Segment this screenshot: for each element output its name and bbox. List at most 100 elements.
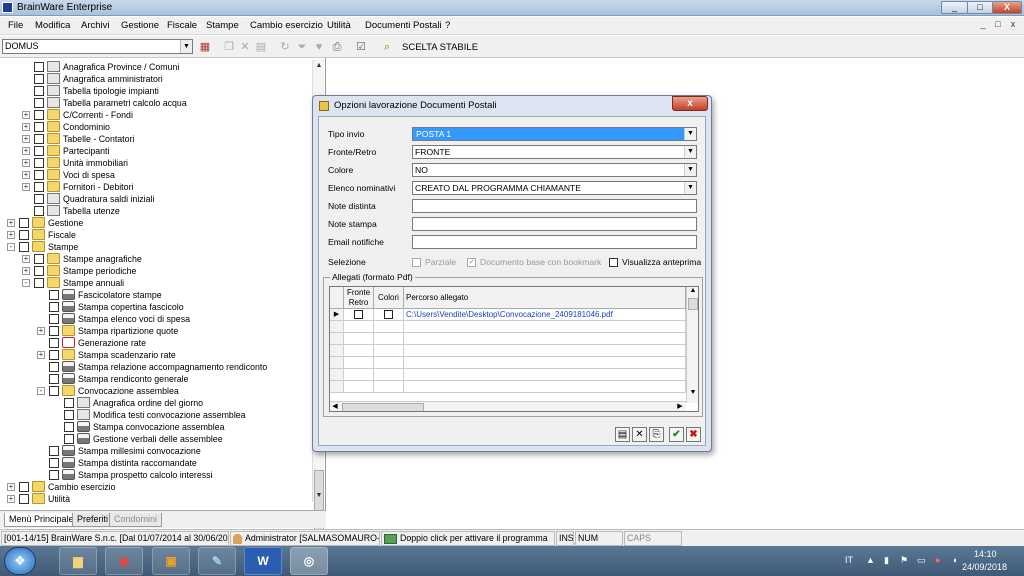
row-header[interactable] xyxy=(330,357,344,369)
tree-item[interactable]: Anagrafica ordine del giorno xyxy=(0,397,310,409)
mdi-restore-button[interactable]: □ xyxy=(991,18,1005,31)
tree-item[interactable]: + Unità immobiliari xyxy=(0,157,310,169)
tree-item[interactable]: + Stampe anagrafiche xyxy=(0,253,310,265)
clock-date[interactable]: 24/09/2018 xyxy=(962,562,1007,572)
expand-icon[interactable]: + xyxy=(22,267,30,275)
minimize-button[interactable]: _ xyxy=(941,1,968,14)
menu-help[interactable]: ? xyxy=(445,20,450,31)
delete-button[interactable]: ✕ xyxy=(632,427,647,442)
expand-icon[interactable]: + xyxy=(22,135,30,143)
tree-checkbox[interactable] xyxy=(34,110,44,120)
tray-arrow-icon[interactable]: ▲ xyxy=(866,555,875,565)
tree-item[interactable]: + Tabelle - Contatori xyxy=(0,133,310,145)
anteprima-checkbox[interactable]: Visualizza anteprima xyxy=(609,256,701,268)
tree-checkbox[interactable] xyxy=(34,266,44,276)
tree-item[interactable]: + Stampa ripartizione quote xyxy=(0,325,310,337)
tree-item[interactable]: Tabella parametri calcolo acqua xyxy=(0,97,310,109)
cell-fronte-retro[interactable] xyxy=(344,309,374,321)
refresh-icon[interactable]: ↻ xyxy=(278,40,292,54)
tree-item[interactable]: + Cambio esercizio xyxy=(0,481,310,493)
scroll-up-icon[interactable]: ▲ xyxy=(313,60,325,72)
tree-checkbox[interactable] xyxy=(34,158,44,168)
tree-checkbox[interactable] xyxy=(49,302,59,312)
tree-checkbox[interactable] xyxy=(19,230,29,240)
tree-checkbox[interactable] xyxy=(34,254,44,264)
tree-checkbox[interactable] xyxy=(64,434,74,444)
chevron-down-icon[interactable]: ▼ xyxy=(684,182,696,194)
tree-item[interactable]: + Fiscale xyxy=(0,229,310,241)
tree-checkbox[interactable] xyxy=(34,146,44,156)
row-header[interactable] xyxy=(330,333,344,345)
tree-item[interactable]: Gestione verbali delle assemblee xyxy=(0,433,310,445)
tree-checkbox[interactable] xyxy=(34,62,44,72)
tab-condomini[interactable]: Condomini xyxy=(109,513,163,527)
menu-documenti-postali[interactable]: Documenti Postali xyxy=(365,20,442,31)
field-input[interactable] xyxy=(412,199,697,213)
expand-icon[interactable]: + xyxy=(22,159,30,167)
grid-scroll-up-icon[interactable]: ▲ xyxy=(687,287,698,297)
tree-checkbox[interactable] xyxy=(49,314,59,324)
stabile-combo[interactable]: DOMUS ▼ xyxy=(2,39,193,54)
tree-item[interactable]: + Voci di spesa xyxy=(0,169,310,181)
volume-icon[interactable]: ◖ xyxy=(952,555,957,565)
tree-item[interactable]: Anagrafica Province / Comuni xyxy=(0,61,310,73)
collapse-icon[interactable]: - xyxy=(7,243,15,251)
monitor-icon[interactable]: ▭ xyxy=(917,555,926,566)
menu-utilita[interactable]: Utilità xyxy=(327,20,351,31)
calculator-icon[interactable]: ▦ xyxy=(198,40,212,54)
menu-archivi[interactable]: Archivi xyxy=(81,20,110,31)
brainware-icon[interactable]: ◎ xyxy=(290,547,328,575)
expand-icon[interactable]: + xyxy=(7,231,15,239)
tree-item[interactable]: - Stampe annuali xyxy=(0,277,310,289)
cell-percorso[interactable] xyxy=(404,345,686,357)
copy-icon[interactable]: ❐ xyxy=(222,40,236,54)
attach-button[interactable]: ⎘ xyxy=(649,427,664,442)
expand-icon[interactable]: + xyxy=(22,171,30,179)
tree-item[interactable]: + Fornitori - Debitori xyxy=(0,181,310,193)
cell-colori[interactable] xyxy=(374,357,404,369)
network-icon[interactable]: ▮ xyxy=(884,555,889,566)
mdi-minimize-button[interactable]: _ xyxy=(976,18,990,31)
tree-checkbox[interactable] xyxy=(34,98,44,108)
menu-cambio-esercizio[interactable]: Cambio esercizio xyxy=(250,20,323,31)
tree-item[interactable]: + Partecipanti xyxy=(0,145,310,157)
tree-checkbox[interactable] xyxy=(49,386,59,396)
tree-checkbox[interactable] xyxy=(34,122,44,132)
cut-icon[interactable]: ✕ xyxy=(238,40,252,54)
cell-colori[interactable] xyxy=(374,345,404,357)
cancel-button[interactable]: ✖ xyxy=(686,427,701,442)
expand-icon[interactable]: + xyxy=(22,147,30,155)
maximize-button[interactable]: □ xyxy=(967,1,993,14)
tree-item[interactable]: Generazione rate xyxy=(0,337,310,349)
chevron-down-icon[interactable]: ▼ xyxy=(684,164,696,176)
printer-icon[interactable]: ⎙ xyxy=(330,40,344,54)
heart-icon[interactable]: ♥ xyxy=(312,40,326,54)
checkbox-box[interactable] xyxy=(609,258,618,268)
tree-item[interactable]: + Condominio xyxy=(0,121,310,133)
expand-icon[interactable]: + xyxy=(37,351,45,359)
cell-fronte-retro[interactable] xyxy=(344,333,374,345)
tree-checkbox[interactable] xyxy=(34,278,44,288)
tree-checkbox[interactable] xyxy=(49,362,59,372)
clock-time[interactable]: 14:10 xyxy=(974,549,997,559)
cell-colori[interactable] xyxy=(374,333,404,345)
tree-item[interactable]: Stampa prospetto calcolo interessi xyxy=(0,469,310,481)
tree-item[interactable]: Modifica testi convocazione assemblea xyxy=(0,409,310,421)
menu-fiscale[interactable]: Fiscale xyxy=(167,20,197,31)
tree-checkbox[interactable] xyxy=(49,470,59,480)
tree-checkbox[interactable] xyxy=(49,458,59,468)
grid-scroll-down-icon[interactable]: ▼ xyxy=(687,389,698,399)
tree-item[interactable]: Stampa copertina fascicolo xyxy=(0,301,310,313)
bookmark-checkbox[interactable]: ✓ Documento base con bookmark xyxy=(467,256,601,268)
grid-checkbox[interactable] xyxy=(354,310,363,319)
scelta-stabile-label[interactable]: SCELTA STABILE xyxy=(402,42,478,53)
chrome-icon[interactable]: ◉ xyxy=(105,547,143,575)
start-button[interactable]: ❖ xyxy=(4,547,36,575)
scroll-down-icon[interactable]: ▼ xyxy=(313,490,325,502)
grid-scroll-left-icon[interactable]: ◀ xyxy=(330,402,340,411)
field-select[interactable]: NO ▼ xyxy=(412,163,697,177)
tree-checkbox[interactable] xyxy=(34,134,44,144)
field-input[interactable] xyxy=(412,217,697,231)
clipboard-check-icon[interactable]: ☑ xyxy=(354,40,368,54)
word-icon[interactable]: W xyxy=(244,547,282,575)
